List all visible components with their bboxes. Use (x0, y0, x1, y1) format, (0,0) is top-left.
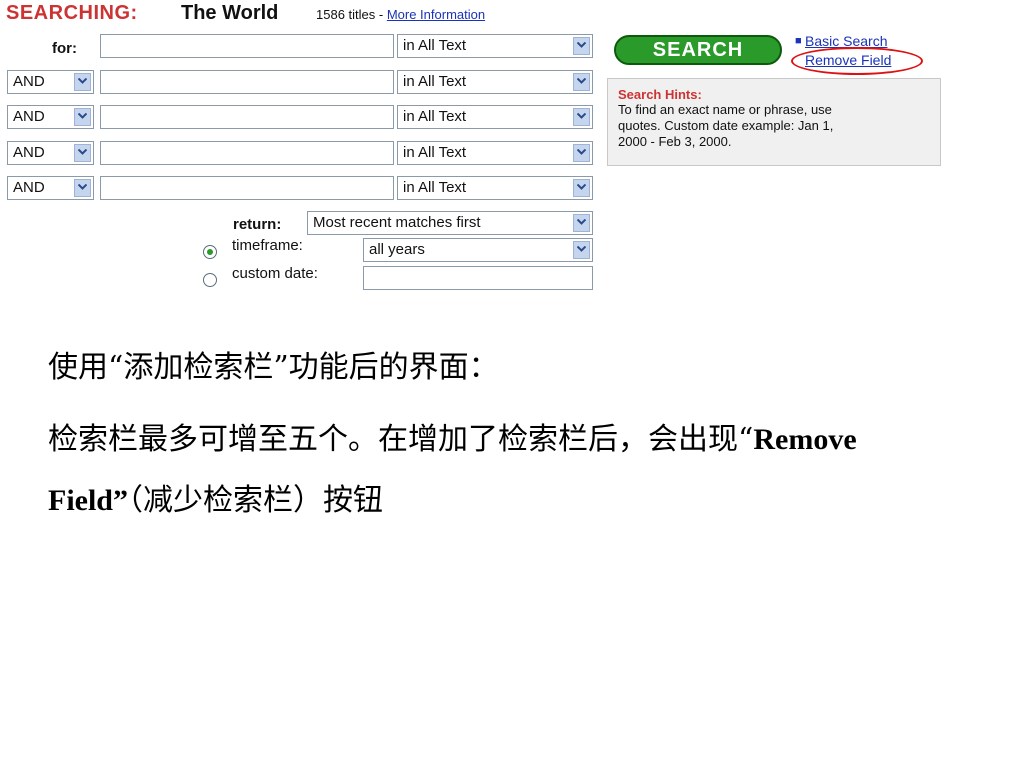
field-scope-value: in All Text (403, 179, 467, 196)
more-information-link[interactable]: More Information (387, 7, 485, 22)
operator-select-5[interactable]: AND (7, 176, 94, 200)
chevron-down-icon[interactable] (573, 37, 590, 55)
separator: - (375, 7, 387, 22)
custom-date-label: custom date: (232, 265, 318, 282)
radio-selected-dot (207, 249, 213, 255)
field-scope-value: in All Text (403, 73, 467, 90)
timeframe-value: all years (369, 241, 425, 258)
field-scope-value: in All Text (403, 108, 467, 125)
field-scope-select-3[interactable]: in All Text (397, 105, 593, 129)
operator-value: AND (13, 73, 45, 90)
chevron-down-icon[interactable] (573, 214, 590, 232)
operator-value: AND (13, 179, 45, 196)
search-term-input-4[interactable] (100, 141, 394, 165)
caption-field-word: Field” (48, 484, 128, 517)
hints-line-1: To find an exact name or phrase, use (618, 102, 832, 117)
field-scope-value: in All Text (403, 144, 467, 161)
title-count: 1586 titles (316, 7, 376, 22)
hints-line-3: 2000 - Feb 3, 2000. (618, 134, 732, 149)
return-order-value: Most recent matches first (313, 214, 481, 231)
field-scope-value: in All Text (403, 37, 467, 54)
caption-line-2-text: 检索栏最多可增至五个。在增加了检索栏后，会出现“ (48, 422, 754, 457)
operator-value: AND (13, 144, 45, 161)
search-term-input-5[interactable] (100, 176, 394, 200)
field-scope-select-4[interactable]: in All Text (397, 141, 593, 165)
highlight-circle (791, 47, 923, 75)
custom-date-input[interactable] (363, 266, 593, 290)
chevron-down-icon[interactable] (573, 73, 590, 91)
database-name: The World (181, 2, 279, 24)
field-scope-select-5[interactable]: in All Text (397, 176, 593, 200)
return-label: return: (233, 216, 282, 233)
title-count-line: 1586 titles - More Information (316, 7, 485, 22)
caption-line-3: Field”（减少检索栏）按钮 (48, 475, 383, 519)
chevron-down-icon[interactable] (74, 73, 91, 91)
timeframe-radio[interactable] (203, 245, 217, 259)
chevron-down-icon[interactable] (573, 108, 590, 126)
caption-line-3-text: （减少检索栏）按钮 (128, 483, 383, 518)
search-term-input-1[interactable] (100, 34, 394, 58)
timeframe-select[interactable]: all years (363, 238, 593, 262)
caption-remove-word: Remove (753, 423, 857, 456)
searching-label: SEARCHING: (6, 2, 138, 24)
custom-date-radio[interactable] (203, 273, 217, 287)
field-scope-select-2[interactable]: in All Text (397, 70, 593, 94)
caption-line-2: 检索栏最多可增至五个。在增加了检索栏后，会出现“Remove (48, 414, 857, 458)
operator-select-2[interactable]: AND (7, 70, 94, 94)
chevron-down-icon[interactable] (74, 179, 91, 197)
chevron-down-icon[interactable] (573, 144, 590, 162)
caption-line-1: 使用“添加检索栏”功能后的界面： (48, 350, 499, 385)
hints-line-2: quotes. Custom date example: Jan 1, (618, 118, 834, 133)
hints-title: Search Hints: (618, 87, 702, 102)
search-hints-box: Search Hints: To find an exact name or p… (607, 78, 941, 166)
field-scope-select-1[interactable]: in All Text (397, 34, 593, 58)
bullet-icon: ■ (795, 35, 802, 47)
operator-value: AND (13, 108, 45, 125)
chevron-down-icon[interactable] (74, 144, 91, 162)
search-term-input-2[interactable] (100, 70, 394, 94)
return-order-select[interactable]: Most recent matches first (307, 211, 593, 235)
operator-select-4[interactable]: AND (7, 141, 94, 165)
search-button[interactable]: SEARCH (614, 35, 782, 65)
operator-select-3[interactable]: AND (7, 105, 94, 129)
chevron-down-icon[interactable] (573, 179, 590, 197)
timeframe-label: timeframe: (232, 237, 303, 254)
search-term-input-3[interactable] (100, 105, 394, 129)
for-label: for: (52, 40, 77, 57)
chevron-down-icon[interactable] (573, 241, 590, 259)
chevron-down-icon[interactable] (74, 108, 91, 126)
